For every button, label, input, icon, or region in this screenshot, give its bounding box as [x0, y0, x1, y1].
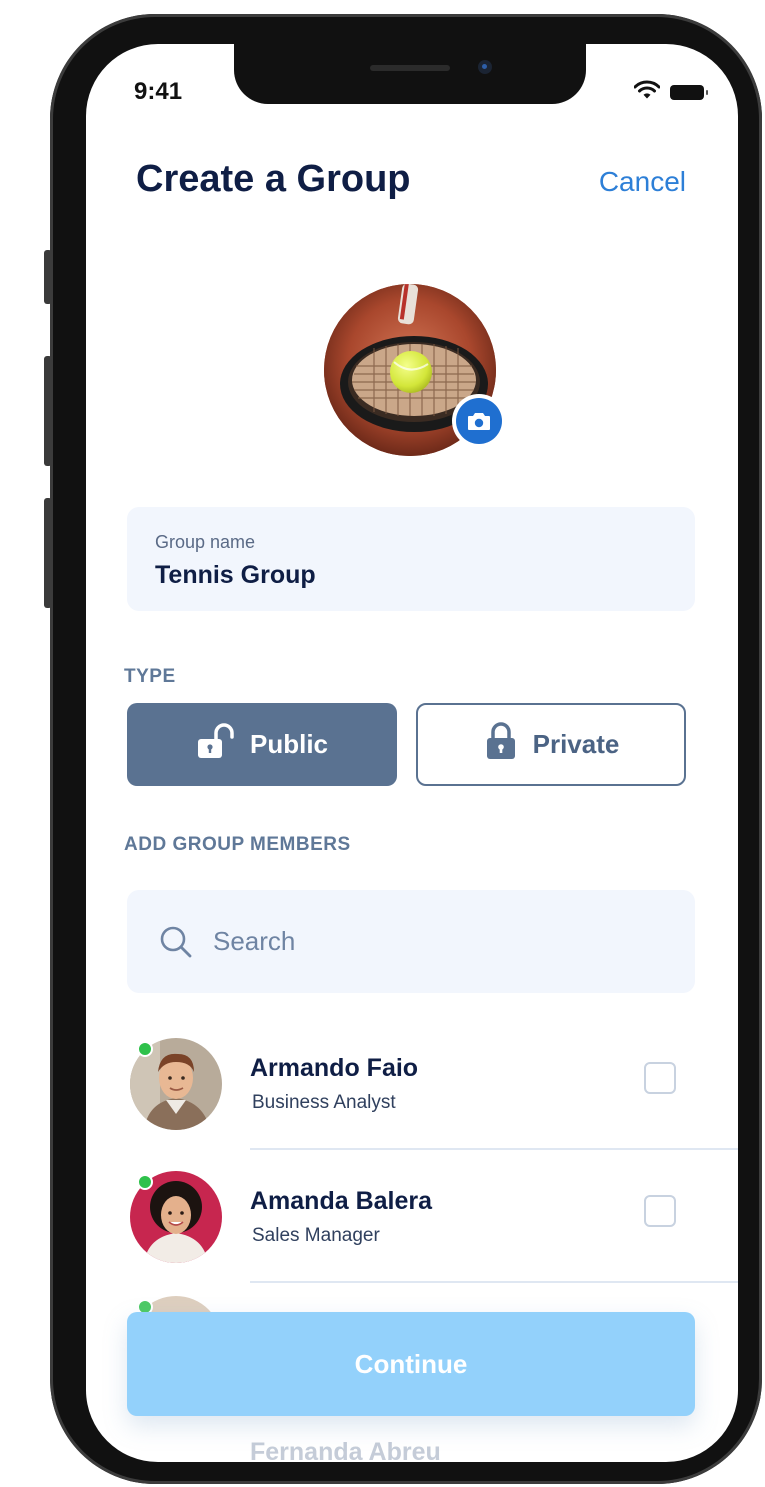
member-name: Amanda Balera: [250, 1187, 433, 1215]
battery-icon: [670, 85, 708, 100]
change-photo-button[interactable]: [452, 394, 506, 448]
type-public-button[interactable]: Public: [127, 703, 397, 786]
group-name-label: Group name: [155, 532, 256, 552]
member-name: Armando Faio: [250, 1054, 419, 1082]
type-public-label: Public: [249, 729, 328, 759]
group-name-field[interactable]: Group name Tennis Group: [127, 507, 695, 611]
lock-icon: [483, 722, 519, 767]
screen: 9:41 Create a Group Cancel Group name Te…: [86, 44, 738, 1462]
type-private-label: Private: [532, 729, 620, 759]
search-icon: [159, 925, 193, 959]
type-section-label: TYPE: [124, 666, 176, 687]
online-indicator: [137, 1174, 153, 1190]
divider: [250, 1281, 738, 1283]
page-title: Create a Group: [136, 158, 411, 200]
divider: [250, 1148, 738, 1150]
cancel-button[interactable]: Cancel: [599, 166, 686, 198]
group-photo-picker[interactable]: [324, 284, 506, 458]
online-indicator: [137, 1041, 153, 1057]
member-role: Sales Manager: [252, 1225, 380, 1246]
wifi-icon: [633, 80, 661, 105]
list-item[interactable]: Armando Faio Business Analyst: [86, 1038, 738, 1166]
front-camera: [478, 60, 492, 74]
members-section-label: ADD GROUP MEMBERS: [124, 834, 351, 855]
type-private-button[interactable]: Private: [416, 703, 686, 786]
search-input[interactable]: [211, 925, 655, 958]
continue-button[interactable]: Continue: [127, 1312, 695, 1416]
status-icons: [633, 80, 708, 105]
status-time: 9:41: [134, 78, 183, 105]
member-checkbox[interactable]: [644, 1062, 676, 1094]
member-name-faded: Fernanda Abreu: [250, 1438, 441, 1462]
group-name-value[interactable]: Tennis Group: [155, 561, 316, 590]
member-checkbox[interactable]: [644, 1195, 676, 1227]
notch: [234, 44, 586, 104]
earpiece-speaker: [370, 65, 450, 71]
member-role: Business Analyst: [252, 1092, 396, 1113]
list-item[interactable]: Amanda Balera Sales Manager: [86, 1171, 738, 1299]
unlocked-lock-icon: [196, 723, 236, 766]
member-search[interactable]: [127, 890, 695, 993]
camera-icon: [456, 398, 502, 444]
